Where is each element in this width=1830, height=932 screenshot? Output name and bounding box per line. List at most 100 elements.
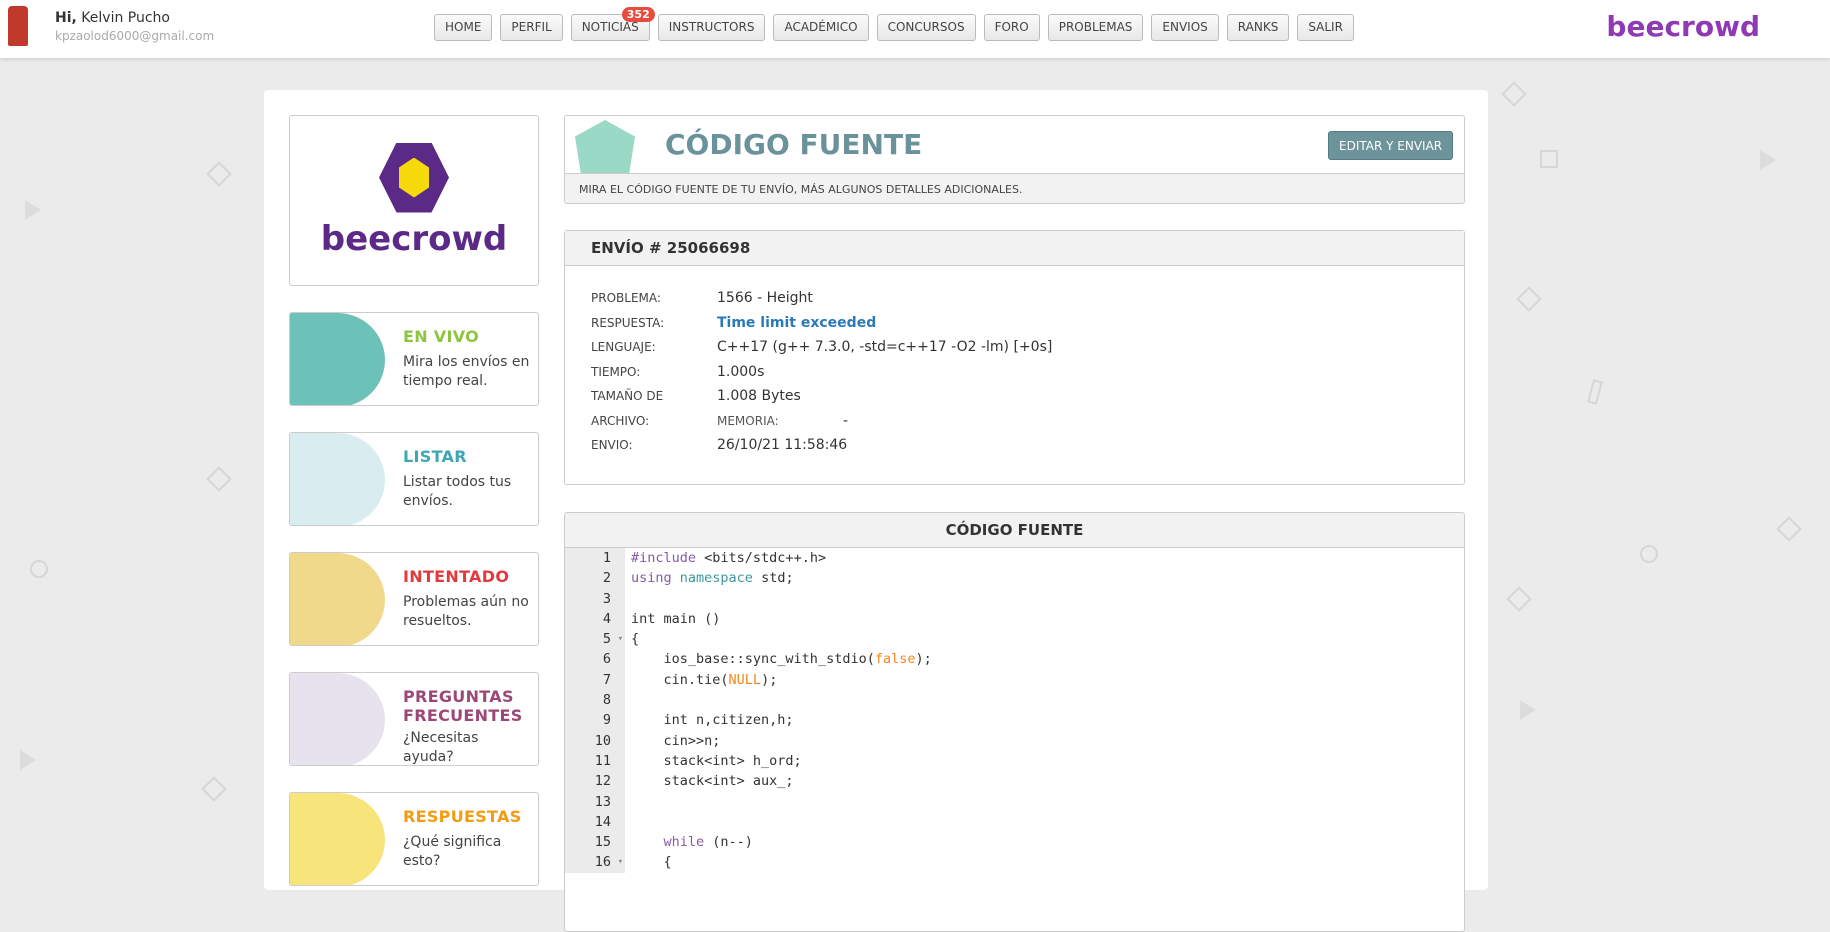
detail-value: 1566 - Height xyxy=(717,290,813,307)
line-number: 14 xyxy=(565,811,625,833)
nav-label: NOTICIAS xyxy=(581,20,639,34)
nav-salir[interactable]: SALIR xyxy=(1297,14,1354,41)
code-line: 4 int main () xyxy=(565,608,1464,630)
code-line: 9 int n,citizen,h; xyxy=(565,710,1464,731)
background-decoration xyxy=(30,560,48,578)
nav-label: ENVIOS xyxy=(1162,20,1208,34)
open-box-icon xyxy=(575,120,635,175)
background-decoration xyxy=(1776,516,1802,542)
nav-label: ACADÉMICO xyxy=(784,20,858,34)
background-decoration xyxy=(1506,586,1532,612)
nav-home[interactable]: HOME xyxy=(434,14,493,41)
nav-foro[interactable]: FORO xyxy=(983,14,1040,41)
detail-value: MEMORIA: xyxy=(717,413,779,428)
beecrowd-logo-icon xyxy=(379,142,449,213)
code-line: 8 xyxy=(565,690,1464,711)
sidebar-logo[interactable]: beecrowd xyxy=(289,115,539,286)
line-number: 15 xyxy=(565,832,625,853)
nav-label: PERFIL xyxy=(511,20,552,34)
code-text: ios_base::sync_with_stdio(false); xyxy=(631,651,932,668)
line-number: 2 xyxy=(565,568,625,589)
detail-value: Time limit exceeded xyxy=(717,314,877,331)
code-line: 2 using namespace std; xyxy=(565,568,1464,589)
code-line: 1 #include <bits/stdc++.h> xyxy=(565,548,1464,569)
detail-label: TAMAÑO DE xyxy=(591,389,664,404)
background-decoration xyxy=(201,776,227,802)
detail-row: LENGUAJE: C++17 (g++ 7.3.0, -std=c++17 -O… xyxy=(591,335,1052,360)
line-number: 9 xyxy=(565,710,625,731)
lightbulb-icon xyxy=(290,793,385,885)
card-description: Listar todos tus envíos. xyxy=(403,474,512,509)
avatar[interactable] xyxy=(8,6,28,46)
nav-noticias[interactable]: NOTICIAS 352 xyxy=(570,7,655,41)
detail-row: ENVIO: 26/10/21 11:58:46 xyxy=(591,433,1052,458)
line-number: 12 xyxy=(565,771,625,792)
card-title: RESPUESTAS xyxy=(403,807,522,826)
nav-concursos[interactable]: CONCURSOS xyxy=(876,14,976,41)
user-email: kpzaolod6000@gmail.com xyxy=(55,29,215,43)
background-decoration xyxy=(206,466,232,492)
line-number: 6 xyxy=(565,649,625,670)
nav-instructors[interactable]: INSTRUCTORS xyxy=(657,14,766,41)
background-decoration xyxy=(1516,286,1542,312)
notification-badge: 352 xyxy=(621,7,655,22)
background-decoration xyxy=(1540,150,1558,168)
card-description: Mira los envíos en tiempo real. xyxy=(403,354,530,389)
nav-label: PROBLEMAS xyxy=(1058,20,1133,34)
sidebar-card-faq[interactable]: PREGUNTAS FRECUENTES ¿Necesitas ayuda? xyxy=(289,672,539,766)
background-decoration xyxy=(1587,379,1603,405)
background-decoration xyxy=(1501,81,1527,107)
sidebar-card-attempted[interactable]: INTENTADO Problemas aún no resueltos. xyxy=(289,552,539,646)
detail-label: TIEMPO: xyxy=(591,364,641,379)
page-description: MIRA EL CÓDIGO FUENTE DE TU ENVÍO, MÁS A… xyxy=(565,173,1464,203)
nav-perfil[interactable]: PERFIL xyxy=(500,14,563,41)
detail-value: C++17 (g++ 7.3.0, -std=c++17 -O2 -lm) [+… xyxy=(717,339,1053,356)
memory-value: - xyxy=(843,412,849,429)
main-nav: HOME PERFIL NOTICIAS 352 INSTRUCTORS ACADÉMIC… xyxy=(434,7,1354,41)
detail-row: TIEMPO: 1.000s xyxy=(591,360,1052,385)
code-line: 11 stack<int> h_ord; xyxy=(565,750,1464,772)
nav-label: HOME xyxy=(445,20,482,34)
code-text: #include <bits/stdc++.h> xyxy=(631,550,827,566)
code-line: 10 cin>>n; xyxy=(565,730,1464,751)
card-description: ¿Necesitas ayuda? xyxy=(403,730,479,765)
nav-problemas[interactable]: PROBLEMAS xyxy=(1047,14,1144,41)
page-title: CÓDIGO FUENTE xyxy=(665,128,923,161)
edit-and-submit-button[interactable]: EDITAR Y ENVIAR xyxy=(1328,131,1454,160)
nav-academico[interactable]: ACADÉMICO xyxy=(773,14,869,41)
code-text: int n,citizen,h; xyxy=(631,712,794,729)
detail-label: ARCHIVO: xyxy=(591,413,650,428)
nav-ranks[interactable]: RANKS xyxy=(1226,14,1290,41)
nav-label: FORO xyxy=(994,20,1029,34)
detail-row: RESPUESTA: Time limit exceeded xyxy=(591,311,1052,336)
detail-value: 26/10/21 11:58:46 xyxy=(717,437,848,454)
line-number: 8 xyxy=(565,690,625,711)
detail-value: 1.008 Bytes xyxy=(717,388,801,405)
nav-envios[interactable]: ENVIOS xyxy=(1151,14,1219,41)
user-name: Hi, Kelvin Pucho xyxy=(55,10,170,26)
detail-label: ENVIO: xyxy=(591,438,633,453)
code-line: 5{ xyxy=(565,629,1464,650)
background-decoration xyxy=(25,200,41,220)
line-number: 11 xyxy=(565,750,625,772)
background-decoration xyxy=(20,750,36,770)
logo-text: beecrowd xyxy=(320,218,508,259)
brand-logo[interactable]: beecrowd xyxy=(1606,10,1760,43)
greeting: Hi, xyxy=(55,10,77,26)
card-title: PREGUNTAS FRECUENTES xyxy=(403,687,523,725)
code-editor[interactable]: 1 #include <bits/stdc++.h> 2 using namespac… xyxy=(565,548,1464,873)
source-code-panel: CÓDIGO FUENTE 1 #include <bits/stdc++.h> 2… xyxy=(564,512,1465,932)
sidebar-card-list[interactable]: LISTAR Listar todos tus envíos. xyxy=(289,432,539,526)
code-text: using namespace std; xyxy=(631,570,794,587)
sidebar-card-answers[interactable]: RESPUESTAS ¿Qué significa esto? xyxy=(289,792,539,886)
line-number: 5 xyxy=(565,629,625,650)
sidebar-card-live[interactable]: EN VIVO Mira los envíos en tiempo real. xyxy=(289,312,539,406)
main-card: beecrowd EN VIVO Mira los envíos en tiem… xyxy=(264,90,1488,932)
code-text: while (n--) xyxy=(663,834,753,851)
card-title: EN VIVO xyxy=(403,327,480,346)
card-title: INTENTADO xyxy=(403,567,510,586)
code-text: stack<int> h_ord; xyxy=(631,752,802,769)
